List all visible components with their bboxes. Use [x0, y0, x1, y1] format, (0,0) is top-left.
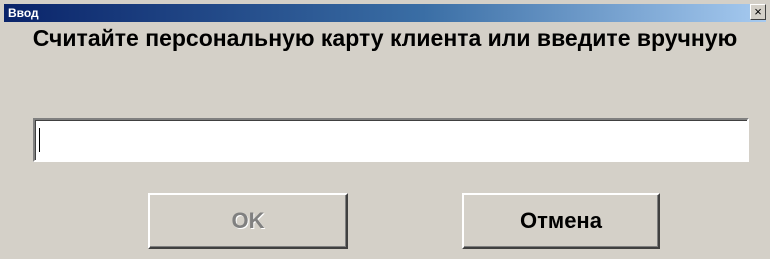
prompt-text: Считайте персональную карту клиента или …: [32, 25, 738, 51]
window-title: Ввод: [8, 6, 39, 20]
cancel-button[interactable]: Отмена: [462, 193, 660, 249]
title-bar[interactable]: Ввод ×: [4, 4, 766, 22]
close-button[interactable]: ×: [750, 4, 766, 20]
text-caret: [39, 128, 40, 152]
close-icon: ×: [754, 4, 762, 19]
input-dialog: Ввод × Считайте персональную карту клиен…: [0, 0, 770, 259]
ok-button[interactable]: OK: [148, 193, 348, 249]
card-input[interactable]: [35, 120, 747, 160]
card-input-field[interactable]: [33, 118, 749, 162]
